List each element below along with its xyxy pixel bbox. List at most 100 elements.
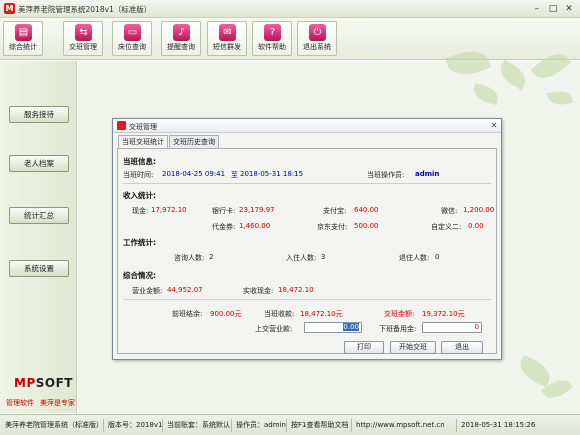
shift-time-end: 2018-05-31 18:15 [240,170,304,178]
leaf-decoration [515,354,555,388]
exit-icon: ⏻ [309,24,326,41]
section-summary: 综合情况: [123,271,156,280]
exit-dialog-button[interactable]: 退出 [441,341,483,354]
toolbar-button-handover[interactable]: ⇆ 交班管理 [63,21,103,56]
minimize-button[interactable]: – [530,3,544,15]
slogan-left: 管理软件 [6,399,34,407]
toolbar-label: 退出系统 [303,43,331,51]
dialog-title-bar: 交班管理 ✕ [113,119,501,133]
dialog-title: 交班管理 [129,123,157,131]
print-button[interactable]: 打印 [344,341,384,354]
toolbar-button-stats[interactable]: ▤ 综合统计 [3,21,43,56]
jd-label: 京东支付: [317,223,348,231]
divider [123,183,491,184]
prev-balance-value: 900.00元 [210,310,242,318]
leaf-decoration [495,59,531,91]
voucher-value: 1,460.00 [239,222,271,230]
checkout-value: 0 [435,253,440,261]
sidebar-item-settings[interactable]: 系统设置 [9,260,69,277]
consult-value: 2 [209,253,214,261]
bankcard-value: 23,179.97 [239,206,275,214]
status-help-hint: 按F1查看帮助文档 [288,419,352,432]
checkin-label: 入住人数: [286,254,317,262]
submit-revenue-value: 0.00 [343,323,359,331]
shift-time-start: 2018-04-25 09:41 [162,170,226,178]
status-account: 当前账套：系统默认 [164,419,232,432]
handover-icon: ⇆ [75,24,92,41]
jd-value: 500.00 [354,222,379,230]
alipay-label: 支付宝: [323,207,347,215]
tab-current-shift[interactable]: 当班交班统计 [118,135,168,149]
handover-total-label: 交班金额: [384,310,415,318]
chart-icon: ▤ [15,24,32,41]
toolbar-label: 床位查询 [118,43,146,51]
bed-icon: ▭ [124,24,141,41]
toolbar-button-reminder[interactable]: ♪ 提醒查询 [161,21,201,56]
operator-label: 当班操作员: [367,171,405,179]
status-bar: 美萍养老院管理系统（标准版） 版本号：2018v1 当前账套：系统默认 操作员：… [0,414,580,435]
divider [123,299,491,300]
bankcard-label: 银行卡: [212,207,236,215]
leaf-decoration [471,82,501,106]
submit-revenue-label: 上交营业款: [255,325,293,333]
title-bar: M 美萍养老院管理系统2018v1（标准版） – □ ✕ [0,0,580,18]
toolbar-button-exit[interactable]: ⏻ 退出系统 [297,21,337,56]
status-datetime: 2018-05-31 18:15:26 [461,421,536,429]
current-receipts-value: 18,472.10元 [300,310,343,318]
sidebar-item-elder-records[interactable]: 老人档案 [9,155,69,172]
window-title: 美萍养老院管理系统2018v1（标准版） [18,5,152,14]
toolbar-label: 交班管理 [69,43,97,51]
handover-dialog: 交班管理 ✕ 当班交班统计 交班历史查询 当班信息: 当班时间: 2018-04… [112,118,502,360]
checkin-value: 3 [321,253,326,261]
toolbar-label: 软件帮助 [258,43,286,51]
sidebar: 服务接待 老人档案 统计汇总 系统设置 [0,61,77,413]
slogan-right: 美萍是专家 [40,399,75,407]
toolbar-label: 综合统计 [9,43,37,51]
section-shift-info: 当班信息: [123,157,156,166]
status-website[interactable]: http://www.mpsoft.net.cn [353,419,457,432]
current-receipts-label: 当班收款: [264,310,295,318]
submit-revenue-input[interactable]: 0.00 [304,322,362,333]
actual-cash-value: 18,472.10 [278,286,314,294]
wechat-label: 微信: [441,207,458,215]
revenue-label: 营业金额: [132,287,163,295]
app-logo-icon: M [4,3,15,14]
section-work: 工作统计: [123,238,156,247]
toolbar-button-sms[interactable]: ✉ 短信群发 [207,21,247,56]
toolbar-button-bed-query[interactable]: ▭ 床位查询 [112,21,152,56]
leaf-decoration [546,89,574,107]
dialog-close-button[interactable]: ✕ [489,120,499,131]
shift-time-label: 当班时间: [123,171,154,179]
sidebar-item-statistics[interactable]: 统计汇总 [9,207,69,224]
toolbar-button-help[interactable]: ? 软件帮助 [252,21,292,56]
maximize-button[interactable]: □ [546,3,560,15]
voucher-label: 代金券: [212,223,236,231]
sidebar-item-reception[interactable]: 服务接待 [9,106,69,123]
alipay-value: 640.00 [354,206,379,214]
actual-cash-label: 实收现金: [243,287,274,295]
status-app-name: 美萍养老院管理系统（标准版） [2,419,104,432]
close-window-button[interactable]: ✕ [562,3,576,15]
brand-logo: MPSOFT [14,376,73,390]
toolbar-label: 提醒查询 [167,43,195,51]
status-version: 版本号：2018v1 [105,419,163,432]
custom2-value: 0.00 [468,222,484,230]
start-handover-button[interactable]: 开始交班 [390,341,436,354]
bell-icon: ♪ [173,24,190,41]
status-operator: 操作员：admin [233,419,287,432]
mail-icon: ✉ [219,24,236,41]
consult-label: 咨询人数: [174,254,205,262]
operator-value: admin [415,170,440,178]
checkout-label: 退住人数: [399,254,430,262]
prev-balance-label: 前班结余: [172,310,203,318]
cash-value: 17,972.10 [151,206,187,214]
revenue-value: 44,952.07 [167,286,203,294]
toolbar: ▤ 综合统计 ⇆ 交班管理 ▭ 床位查询 ♪ 提醒查询 ✉ 短信群发 ? 软件帮… [0,18,580,60]
reserve-fund-input[interactable]: 0 [422,322,482,333]
handover-total-value: 19,372.10元 [422,310,465,318]
wechat-value: 1,200.00 [463,206,495,214]
dialog-app-icon [117,121,126,130]
tab-history[interactable]: 交班历史查询 [169,135,219,148]
help-icon: ? [264,24,281,41]
shift-time-to: 至 [231,171,238,179]
